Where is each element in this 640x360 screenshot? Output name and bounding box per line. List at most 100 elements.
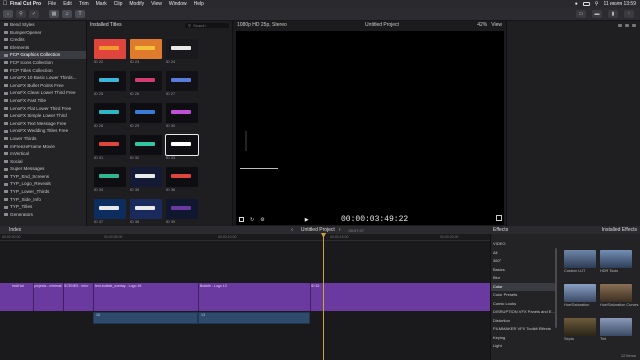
sidebar-item[interactable]: LenoFX Wedding Titles Free (0, 127, 86, 135)
title-thumbnail[interactable] (94, 71, 126, 91)
wifi-icon[interactable]: ● (575, 1, 578, 7)
import-button[interactable]: ↓ (3, 10, 13, 18)
sidebar-item[interactable]: LenoFX Text Message Free (0, 120, 86, 128)
viewer-canvas[interactable] (236, 31, 504, 225)
apple-icon[interactable]:  (0, 1, 10, 7)
sidebar-item[interactable]: TYP_Titles (0, 203, 86, 211)
sidebar-item[interactable]: FCP Graphics Collection (0, 51, 86, 59)
transform-icon[interactable] (239, 217, 244, 222)
title-thumbnail[interactable] (94, 135, 126, 155)
viewer-view-menu[interactable]: View (491, 22, 502, 28)
menu-edit[interactable]: Edit (63, 1, 72, 7)
inspector-tab-info-icon[interactable] (632, 23, 636, 27)
sidebar-item[interactable]: TYP_Side_Info (0, 196, 86, 204)
sidebar-item[interactable]: FCP Titles Collection (0, 67, 86, 75)
effect-thumbnail[interactable] (564, 284, 596, 302)
title-thumbnail[interactable] (166, 71, 198, 91)
effects-category[interactable]: All (491, 249, 555, 258)
battery-icon[interactable] (582, 2, 590, 6)
playhead[interactable] (323, 234, 324, 360)
effects-category[interactable]: Basics (491, 266, 555, 275)
sidebar-item[interactable]: LenoFX Flat Lower Third Free (0, 105, 86, 113)
sidebar-item[interactable]: LenoFX Simple Lower Third (0, 112, 86, 120)
index-button[interactable]: Index (9, 227, 21, 233)
title-thumbnail[interactable] (94, 199, 126, 219)
title-thumbnail[interactable] (94, 39, 126, 59)
viewer-timecode[interactable]: 00:00:03:49:22 (341, 215, 408, 224)
back-icon[interactable]: ‹ (291, 227, 293, 233)
effects-category[interactable]: DISRUPTION VFX Panels and E... (491, 308, 555, 317)
inspector-tab-audio-icon[interactable] (625, 23, 629, 27)
title-thumbnail[interactable] (130, 103, 162, 123)
title-thumbnail[interactable] (130, 39, 162, 59)
effects-category[interactable]: Distortion (491, 317, 555, 326)
sidebar-item[interactable]: Generators (0, 211, 86, 219)
effects-category[interactable]: Keying (491, 334, 555, 343)
effects-category[interactable]: FILMMAKER VFX Toolkit Effects (491, 325, 555, 334)
search-menu-icon[interactable]: ⚲ (595, 1, 599, 7)
title-thumbnail[interactable] (94, 167, 126, 187)
menu-mark[interactable]: Mark (96, 1, 107, 7)
title-thumbnail[interactable] (130, 199, 162, 219)
libraries-toggle-button[interactable]: ▦ (49, 10, 59, 18)
effect-thumbnail[interactable] (564, 318, 596, 336)
forward-icon[interactable]: › (339, 227, 341, 233)
title-thumbnail[interactable] (130, 167, 162, 187)
effects-category[interactable]: Blur (491, 274, 555, 283)
background-tasks-button[interactable]: ✓ (29, 10, 39, 18)
menu-view[interactable]: View (151, 1, 162, 7)
menu-window[interactable]: Window (169, 1, 187, 7)
sidebar-item[interactable]: LenoFX 10 Basic Lower Thirds... (0, 74, 86, 82)
photos-audio-button[interactable]: ♫ (62, 10, 72, 18)
share-button[interactable]: ↑ (624, 10, 634, 18)
keyword-button[interactable]: ⚲ (16, 10, 26, 18)
timeline-project[interactable]: Untitled Project (301, 227, 335, 233)
sidebar-item[interactable]: FCP Icons Collection (0, 59, 86, 67)
sidebar-item[interactable]: TYP_End_Screens (0, 173, 86, 181)
sidebar-item[interactable]: Credits (0, 36, 86, 44)
title-thumbnail[interactable] (166, 167, 198, 187)
sidebar-item[interactable]: mVertical (0, 150, 86, 158)
title-thumbnail[interactable] (94, 103, 126, 123)
menu-datetime[interactable]: 11 июля 13:59 (603, 1, 636, 7)
sidebar-item[interactable]: mFreezeFrame Movie (0, 143, 86, 151)
title-thumbnail[interactable] (130, 71, 162, 91)
effect-thumbnail[interactable] (600, 318, 632, 336)
installed-effects-label[interactable]: Installed Effects (602, 227, 637, 233)
effects-category[interactable]: Light (491, 342, 555, 351)
menu-app-name[interactable]: Final Cut Pro (10, 1, 41, 7)
effects-category[interactable]: Comic Looks (491, 300, 555, 309)
effects-category[interactable]: VIDEO (491, 240, 555, 249)
play-button[interactable]: ▶ (305, 217, 309, 223)
sidebar-item[interactable]: LenoFX Fast Title (0, 97, 86, 105)
fullscreen-icon[interactable] (496, 215, 502, 221)
inspector-tab-video-icon[interactable] (618, 23, 622, 27)
sidebar-item[interactable]: TYP_Logo_Reveals (0, 180, 86, 188)
timeline-ruler[interactable]: 00:00:00:00 00:00:05:00 00:00:10:00 00:0… (0, 234, 490, 241)
show-inspector-button[interactable]: ▮ (608, 10, 618, 18)
menu-help[interactable]: Help (194, 1, 204, 7)
effects-scrollbar[interactable] (555, 248, 557, 328)
sidebar-item[interactable]: BumperOpener (0, 29, 86, 37)
title-thumbnail[interactable] (166, 103, 198, 123)
sidebar-item[interactable]: Bend Styles (0, 21, 86, 29)
effects-category[interactable]: Color (491, 282, 555, 291)
show-browser-button[interactable]: ▭ (576, 10, 586, 18)
effects-category[interactable]: Color Presets (491, 291, 555, 300)
timeline[interactable]: 00:00:00:00 00:00:05:00 00:00:10:00 00:0… (0, 233, 490, 360)
effects-category[interactable]: 360° (491, 257, 555, 266)
title-thumbnail[interactable] (166, 39, 198, 59)
menu-file[interactable]: File (48, 1, 56, 7)
sidebar-item[interactable]: LenoFX Clean Lower Third Free (0, 89, 86, 97)
effect-thumbnail[interactable] (600, 284, 632, 302)
sidebar-item[interactable]: LenoFX Bullet Points Free (0, 82, 86, 90)
menu-modify[interactable]: Modify (129, 1, 144, 7)
show-timeline-button[interactable]: ▬ (592, 10, 602, 18)
effect-thumbnail[interactable] (564, 250, 596, 268)
sidebar-item[interactable]: Super Messages (0, 165, 86, 173)
enhance-icon[interactable]: ⚙ (260, 217, 264, 223)
title-thumbnail[interactable] (165, 134, 199, 156)
sidebar-item[interactable]: Elements (0, 44, 86, 52)
audio-clip[interactable]: 16 (93, 312, 198, 324)
menu-clip[interactable]: Clip (114, 1, 123, 7)
